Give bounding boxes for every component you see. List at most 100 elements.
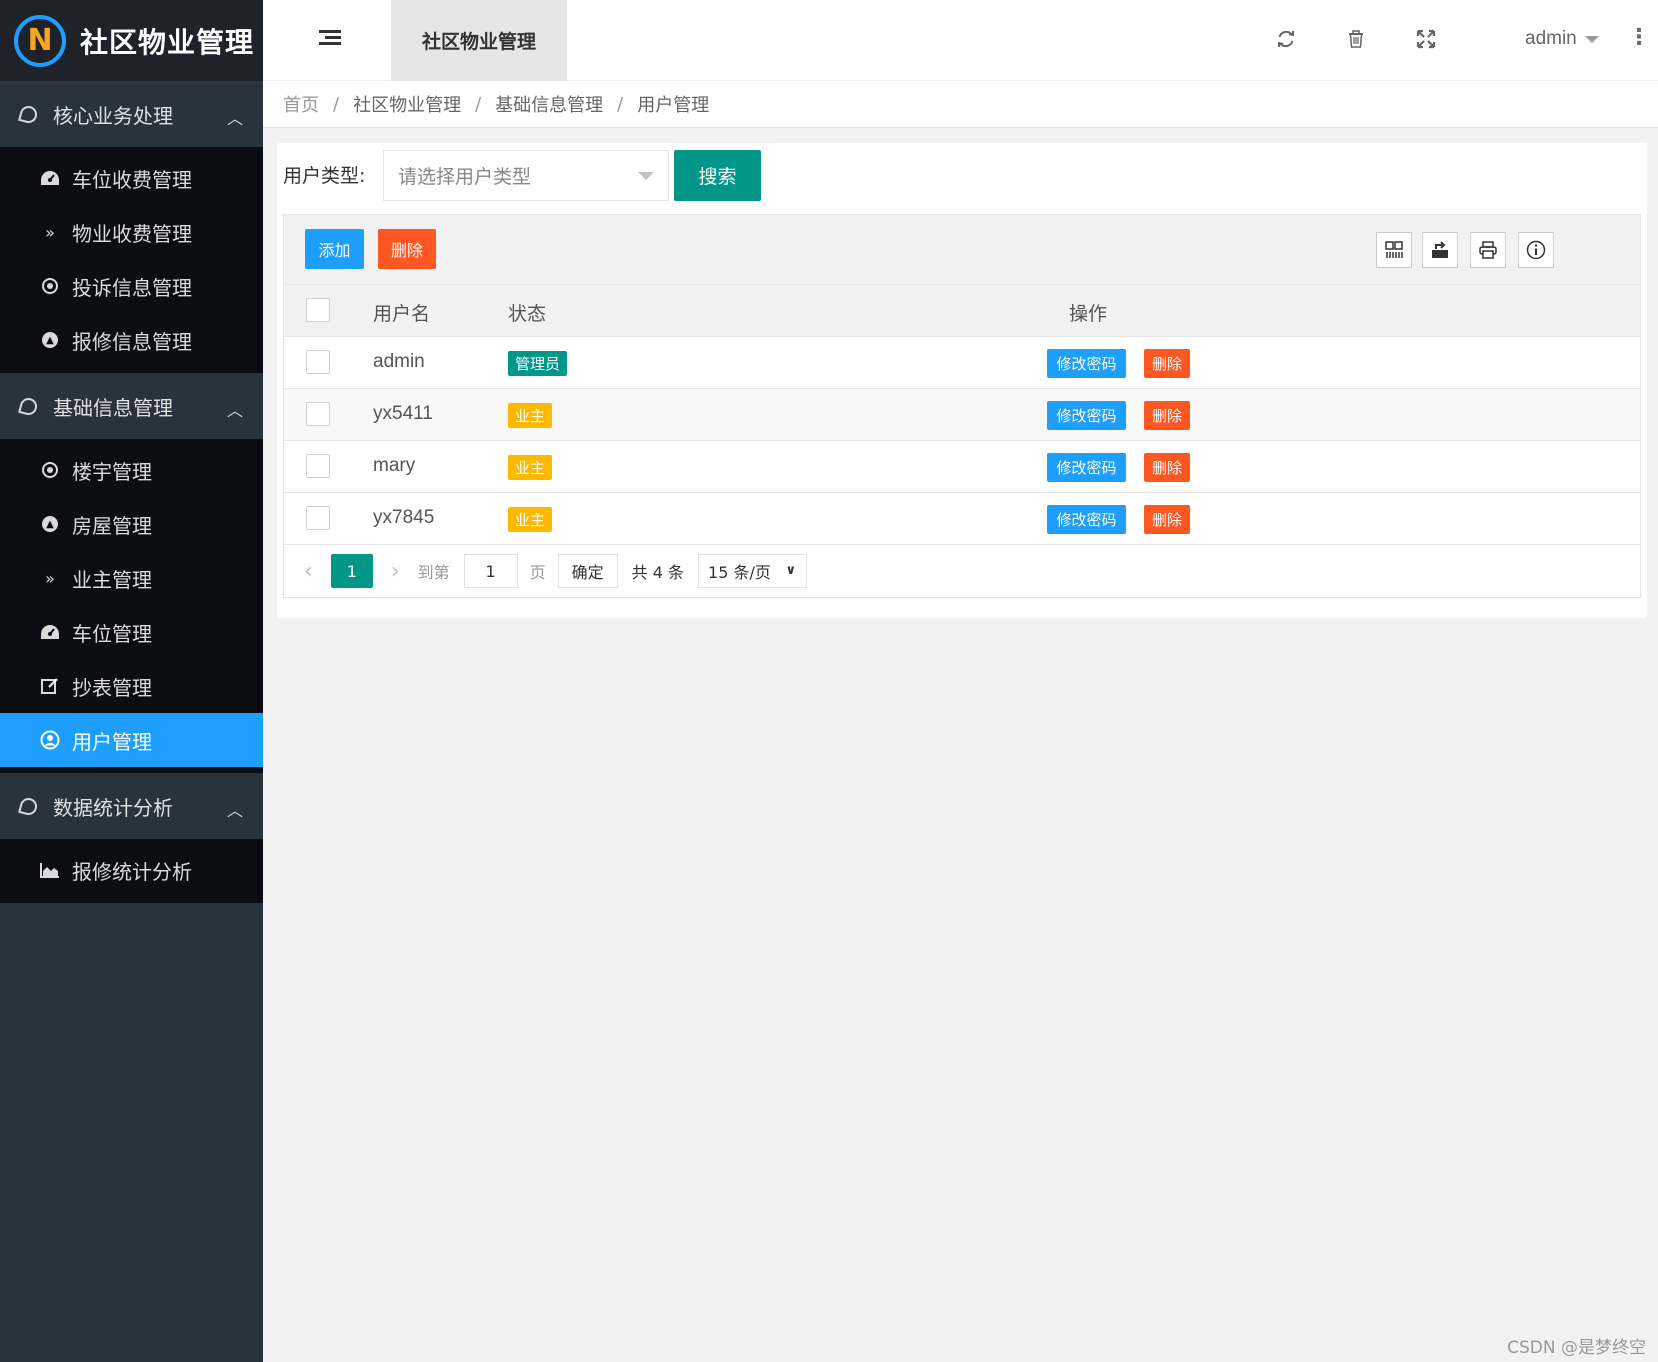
breadcrumb-separator: /	[333, 93, 340, 115]
breadcrumb-home[interactable]: 首页	[283, 91, 319, 117]
user-table: 添加 删除 用户名 状态 操作 admin 管理员 修改密码 删除 yx5411…	[283, 214, 1641, 598]
sidebar-item-complaint[interactable]: 投诉信息管理	[0, 259, 263, 313]
sidebar-item-label: 车位收费管理	[72, 167, 192, 192]
chevron-down-icon: ∨	[785, 563, 797, 578]
area-chart-icon	[40, 860, 60, 880]
logo-area: N 社区物业管理	[0, 0, 263, 81]
sidebar-item-house[interactable]: ▲ 房屋管理	[0, 497, 263, 551]
sidebar-item-parking[interactable]: 车位管理	[0, 605, 263, 659]
sidebar-item-users[interactable]: 用户管理	[0, 713, 263, 767]
sidebar-item-label: 投诉信息管理	[72, 275, 192, 300]
logo-icon: N	[14, 14, 66, 67]
pagination: ‹ 1 › 到第 1 页 确定 共 4 条 15 条/页 ∨	[284, 545, 1640, 597]
sidebar-item-meter[interactable]: 抄表管理	[0, 659, 263, 713]
row-checkbox[interactable]	[306, 402, 330, 426]
row-checkbox[interactable]	[306, 350, 330, 374]
sidebar-group-label: 基础信息管理	[53, 395, 173, 420]
table-header: 用户名 状态 操作	[284, 285, 1640, 337]
sidebar-item-label: 报修信息管理	[72, 329, 192, 354]
page-current[interactable]: 1	[330, 554, 373, 588]
sidebar-item-property-fee[interactable]: » 物业收费管理	[0, 205, 263, 259]
sidebar-group-basic-info[interactable]: 基础信息管理 ︿	[0, 373, 263, 439]
sidebar-group-body: 报修统计分析	[0, 839, 263, 903]
menu-toggle-icon[interactable]	[319, 30, 341, 50]
sidebar-group-statistics[interactable]: 数据统计分析 ︿	[0, 773, 263, 839]
info-icon[interactable]	[1518, 232, 1554, 268]
target-icon	[40, 276, 60, 296]
target-icon	[40, 460, 60, 480]
cell-username: yx5411	[373, 403, 433, 424]
double-chevron-down-icon: »	[45, 568, 55, 588]
more-vertical-icon[interactable]: ⋮	[1628, 24, 1650, 50]
refresh-icon[interactable]	[1273, 26, 1299, 52]
sidebar-group-core-business[interactable]: 核心业务处理 ︿	[0, 81, 263, 147]
breadcrumb: 首页 / 社区物业管理 / 基础信息管理 / 用户管理	[263, 81, 1658, 128]
caret-down-icon	[638, 172, 654, 180]
top-header: 社区物业管理 admin ⋮	[263, 0, 1658, 81]
change-password-button[interactable]: 修改密码	[1047, 505, 1126, 534]
print-icon[interactable]	[1470, 232, 1506, 268]
caret-down-icon	[1584, 35, 1599, 43]
next-page-icon[interactable]: ›	[391, 559, 400, 584]
sidebar-item-repair-stats[interactable]: 报修统计分析	[0, 843, 263, 897]
sidebar-item-building[interactable]: 楼宇管理	[0, 443, 263, 497]
goto-confirm-button[interactable]: 确定	[557, 554, 618, 588]
row-delete-button[interactable]: 删除	[1144, 349, 1190, 378]
sidebar-group-body: 车位收费管理 » 物业收费管理 投诉信息管理 ▲ 报修信息管理	[0, 147, 263, 373]
watermark: CSDN @是梦终空	[1507, 1338, 1646, 1358]
goto-page-input[interactable]: 1	[463, 554, 518, 588]
column-header-actions: 操作	[1069, 303, 1108, 325]
leaf-icon	[18, 103, 39, 125]
trash-icon[interactable]	[1343, 26, 1369, 52]
batch-delete-button[interactable]: 删除	[378, 229, 436, 269]
row-delete-button[interactable]: 删除	[1144, 505, 1190, 534]
user-type-select[interactable]: 请选择用户类型	[383, 150, 669, 201]
add-button[interactable]: 添加	[305, 229, 364, 269]
row-checkbox[interactable]	[306, 506, 330, 530]
cell-username: admin	[373, 351, 425, 372]
sidebar-item-label: 楼宇管理	[72, 459, 152, 484]
status-badge: 管理员	[508, 351, 568, 376]
sidebar-group-label: 数据统计分析	[53, 795, 173, 820]
up-circle-icon: ▲	[40, 330, 60, 350]
sidebar-item-repair[interactable]: ▲ 报修信息管理	[0, 313, 263, 367]
select-all-checkbox[interactable]	[306, 298, 330, 322]
table-row: mary 业主 修改密码 删除	[284, 441, 1640, 493]
sidebar-item-label: 报修统计分析	[72, 859, 192, 884]
total-count: 共 4 条	[631, 563, 685, 582]
double-chevron-down-icon: »	[45, 222, 55, 242]
status-badge: 业主	[508, 455, 553, 480]
sidebar-item-label: 物业收费管理	[72, 221, 192, 246]
sidebar-item-parking-fee[interactable]: 车位收费管理	[0, 151, 263, 205]
user-menu[interactable]: admin	[1525, 28, 1599, 50]
sidebar-item-owner[interactable]: » 业主管理	[0, 551, 263, 605]
table-row: yx5411 业主 修改密码 删除	[284, 389, 1640, 441]
search-button[interactable]: 搜索	[674, 150, 761, 201]
app-title: 社区物业管理	[80, 25, 255, 59]
dashboard-icon	[40, 622, 60, 642]
fullscreen-icon[interactable]	[1413, 26, 1439, 52]
table-row: yx7845 业主 修改密码 删除	[284, 493, 1640, 545]
tab-community-property[interactable]: 社区物业管理	[391, 0, 567, 81]
sidebar-item-label: 车位管理	[72, 621, 152, 646]
breadcrumb-item[interactable]: 基础信息管理	[495, 91, 603, 117]
change-password-button[interactable]: 修改密码	[1047, 401, 1126, 430]
row-delete-button[interactable]: 删除	[1144, 401, 1190, 430]
table-row: admin 管理员 修改密码 删除	[284, 337, 1640, 389]
row-delete-button[interactable]: 删除	[1144, 453, 1190, 482]
prev-page-icon[interactable]: ‹	[304, 559, 313, 584]
leaf-icon	[18, 795, 39, 817]
change-password-button[interactable]: 修改密码	[1047, 453, 1126, 482]
row-checkbox[interactable]	[306, 454, 330, 478]
status-badge: 业主	[508, 403, 553, 428]
page-size-select[interactable]: 15 条/页 ∨	[698, 554, 808, 588]
export-icon[interactable]	[1422, 232, 1458, 268]
cell-username: yx7845	[373, 507, 435, 528]
main-card: 用户类型: 请选择用户类型 搜索 添加 删除 用户名 状态 操作 admin 管…	[277, 143, 1647, 618]
columns-icon[interactable]	[1376, 232, 1412, 268]
change-password-button[interactable]: 修改密码	[1047, 349, 1126, 378]
leaf-icon	[18, 395, 39, 417]
user-name: admin	[1525, 28, 1577, 49]
breadcrumb-item[interactable]: 社区物业管理	[353, 91, 461, 117]
chevron-up-icon: ︿	[226, 801, 243, 820]
